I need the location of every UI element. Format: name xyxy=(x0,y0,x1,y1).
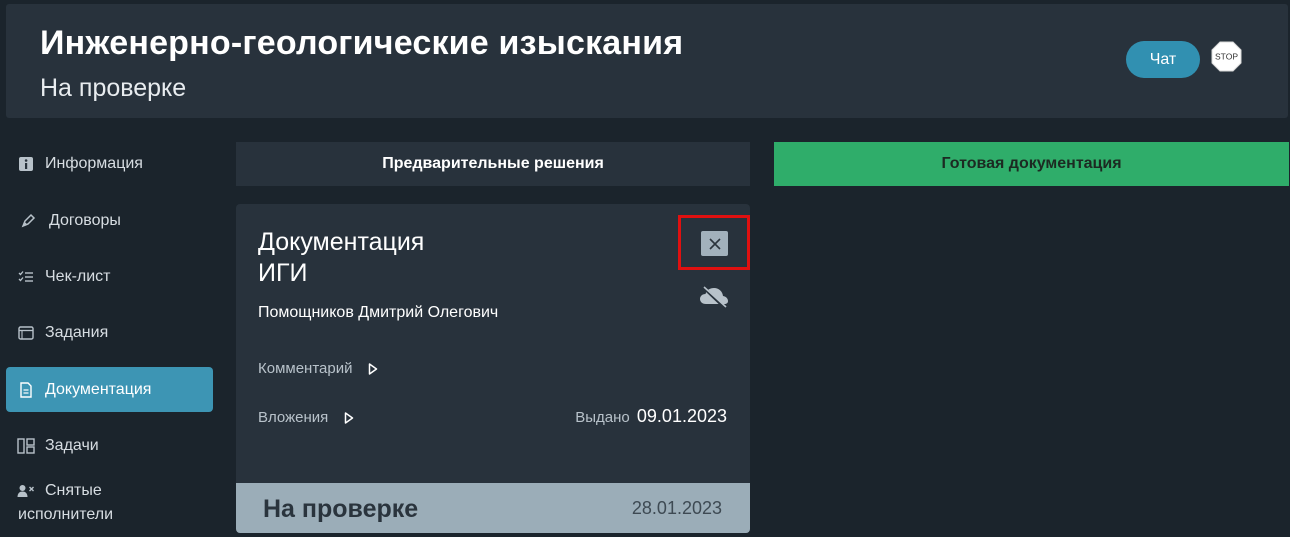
page-subtitle: На проверке xyxy=(40,74,187,102)
pen-icon xyxy=(19,212,37,230)
close-icon xyxy=(708,237,721,250)
executor-name: Помощников Дмитрий Олегович xyxy=(258,304,499,321)
issued-label: Выдано xyxy=(575,409,630,426)
play-triangle-icon xyxy=(344,411,354,424)
sidebar-item-removed-executors[interactable]: Снятые исполнители xyxy=(6,477,213,533)
play-triangle-icon xyxy=(368,362,378,375)
sidebar-item-label: Чек-лист xyxy=(45,267,111,285)
card-title-line1: Документация xyxy=(258,228,425,256)
info-icon xyxy=(17,155,35,173)
card-title: Документация ИГИ xyxy=(258,227,558,289)
issued-info: Выдано 09.01.2023 xyxy=(575,406,727,427)
sidebar-item-label-line2: исполнители xyxy=(18,506,114,523)
attachments-toggle[interactable]: Вложения xyxy=(258,409,354,426)
stop-icon[interactable]: STOP xyxy=(1211,41,1242,72)
sidebar-item-contracts[interactable]: Договоры xyxy=(6,198,213,243)
sidebar-item-checklist[interactable]: Чек-лист xyxy=(6,254,213,299)
close-highlight xyxy=(678,215,750,270)
sidebar-item-label: Информация xyxy=(45,154,143,172)
sidebar-item-label: Документация xyxy=(45,380,152,398)
document-icon xyxy=(17,381,35,399)
sidebar-item-label: Задания xyxy=(45,323,109,341)
comment-toggle[interactable]: Комментарий xyxy=(258,360,378,377)
issued-date: 09.01.2023 xyxy=(636,406,727,426)
stop-label: STOP xyxy=(1215,52,1238,62)
card-title-line2: ИГИ xyxy=(258,259,308,287)
attachments-label: Вложения xyxy=(258,409,329,426)
sidebar-item-assignments[interactable]: Задания xyxy=(6,310,213,355)
sidebar-item-information[interactable]: Информация xyxy=(6,141,213,186)
user-remove-icon xyxy=(17,482,35,500)
close-button[interactable] xyxy=(701,231,728,256)
status-bar: На проверке 28.01.2023 xyxy=(236,483,750,533)
board-icon xyxy=(17,437,35,455)
comment-label: Комментарий xyxy=(258,360,353,377)
tab-preliminary-decisions[interactable]: Предварительные решения xyxy=(236,142,750,186)
sidebar-item-label: Снятые xyxy=(45,482,102,499)
status-text: На проверке xyxy=(263,495,419,523)
document-card: Документация ИГИ Помощников Дмитрий Олег… xyxy=(236,204,750,533)
checklist-icon xyxy=(17,268,35,286)
chat-button[interactable]: Чат xyxy=(1126,41,1200,78)
cloud-off-icon[interactable] xyxy=(699,285,729,309)
tasks-window-icon xyxy=(17,324,35,342)
page-header: Инженерно-геологические изыскания На про… xyxy=(6,4,1288,118)
sidebar-item-label: Задачи xyxy=(45,436,99,454)
sidebar-item-tasks[interactable]: Задачи xyxy=(6,423,213,468)
sidebar-item-label: Договоры xyxy=(49,211,121,229)
status-date: 28.01.2023 xyxy=(631,498,722,518)
tab-ready-documentation[interactable]: Готовая документация xyxy=(774,142,1289,186)
page-title: Инженерно-геологические изыскания xyxy=(40,24,684,62)
sidebar-item-documentation[interactable]: Документация xyxy=(6,367,213,412)
